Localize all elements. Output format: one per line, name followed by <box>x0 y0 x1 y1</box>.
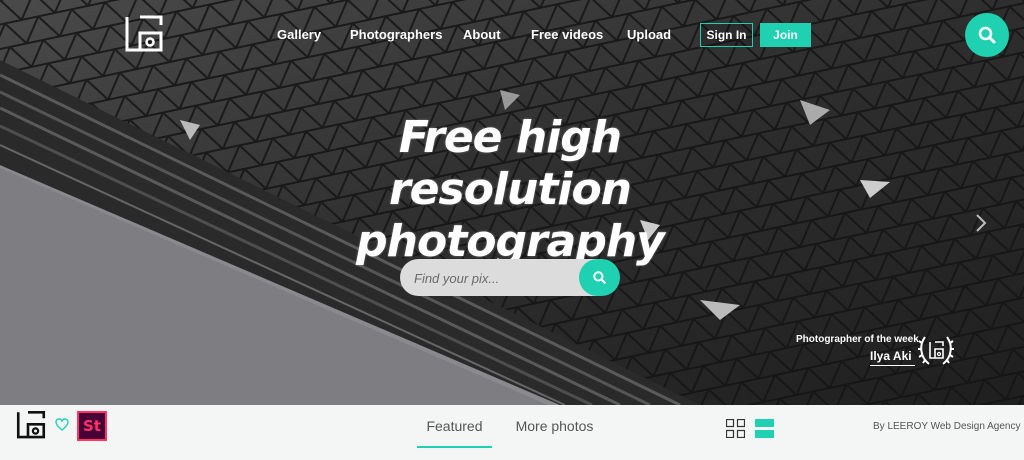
header-search-button[interactable] <box>965 13 1009 57</box>
photographer-of-week-name[interactable]: Ilya Aki <box>870 349 915 366</box>
nav-upload[interactable]: Upload <box>627 26 671 44</box>
grid-view-icon[interactable] <box>726 419 745 438</box>
search-icon <box>978 26 996 44</box>
heart-icon[interactable] <box>55 418 69 431</box>
laurel-badge-icon <box>918 336 954 365</box>
tab-featured[interactable]: Featured <box>417 418 492 448</box>
stock-badge[interactable]: St <box>77 411 107 441</box>
sign-in-button[interactable]: Sign In <box>700 23 753 47</box>
hero-headline: Free high resolution photography <box>356 112 665 267</box>
agency-credit[interactable]: By LEEROY Web Design Agency <box>873 421 1021 432</box>
nav-photographers[interactable]: Photographers <box>350 26 442 44</box>
nav-gallery[interactable]: Gallery <box>277 26 321 44</box>
nav-about[interactable]: About <box>463 26 501 44</box>
main-nav: Gallery Photographers About Free videos … <box>0 26 1024 46</box>
chevron-right-icon[interactable] <box>974 212 988 234</box>
hero-search-button[interactable] <box>579 259 620 296</box>
join-button[interactable]: Join <box>760 23 811 47</box>
search-icon <box>593 271 606 284</box>
photographer-of-week-label: Photographer of the week <box>796 334 919 345</box>
hero-banner: Gallery Photographers About Free videos … <box>0 0 1024 405</box>
nav-free-videos[interactable]: Free videos <box>531 26 603 44</box>
tab-more-photos[interactable]: More photos <box>512 418 597 448</box>
list-view-icon[interactable] <box>755 419 774 438</box>
site-logo-icon[interactable] <box>16 410 46 440</box>
hero-search-input[interactable] <box>414 265 574 291</box>
